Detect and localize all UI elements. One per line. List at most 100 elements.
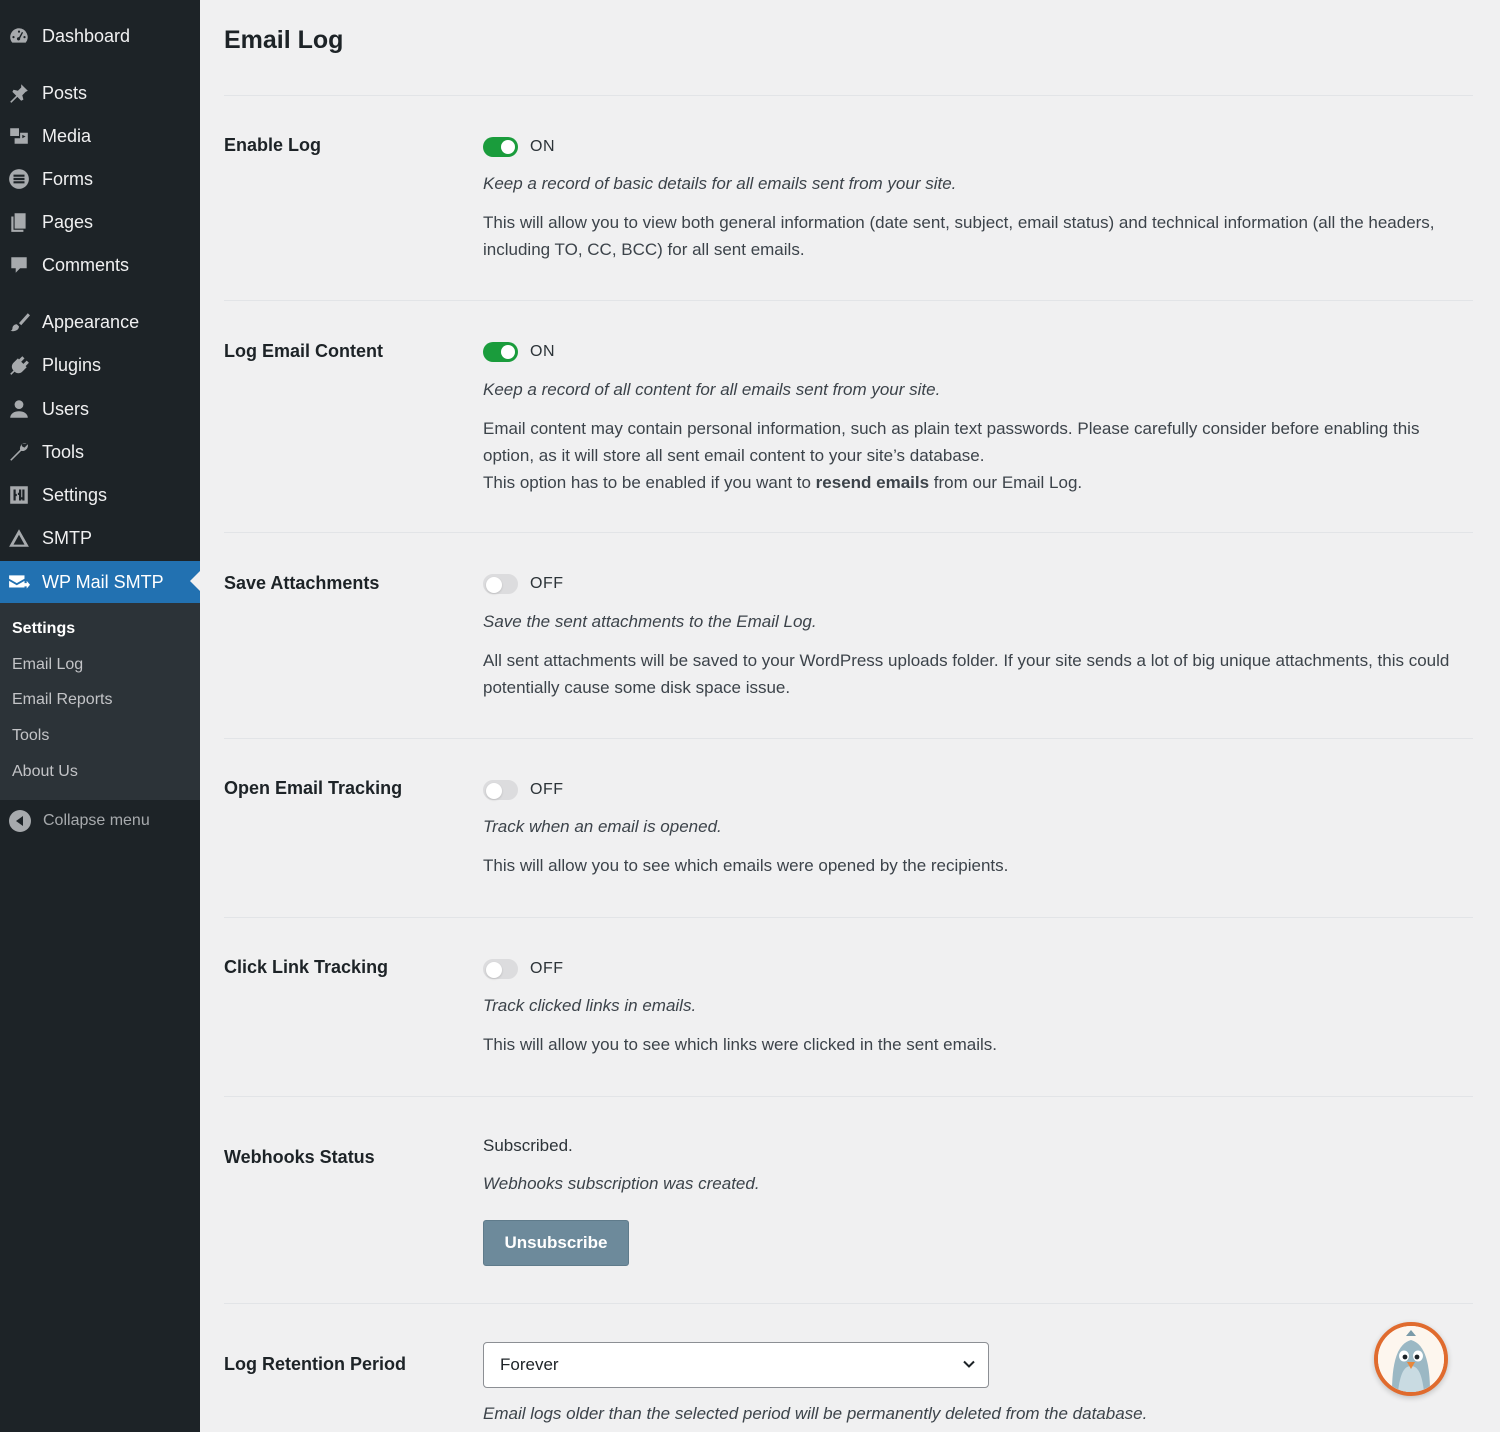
mail-smtp-icon — [8, 570, 38, 594]
menu-label: Plugins — [42, 354, 102, 375]
open-tracking-toggle[interactable] — [483, 780, 518, 800]
submenu-tools[interactable]: Tools — [12, 727, 49, 745]
enable-log-description: This will allow you to view both general… — [483, 213, 1435, 259]
divider — [224, 300, 1473, 301]
menu-item-users[interactable]: Users — [0, 389, 200, 429]
admin-sidebar: Dashboard Posts Media Forms Pages Commen… — [0, 0, 200, 1432]
menu-item-forms[interactable]: Forms — [0, 159, 200, 199]
menu-item-media[interactable]: Media — [0, 116, 200, 156]
save-attachments-description: All sent attachments will be saved to yo… — [483, 651, 1450, 697]
menu-label: SMTP — [42, 527, 93, 548]
menu-label: Forms — [42, 168, 93, 189]
click-tracking-toggle-group: OFF — [483, 959, 564, 979]
click-tracking-toggle[interactable] — [483, 959, 518, 979]
save-attachments-state: OFF — [530, 575, 564, 592]
user-icon — [8, 397, 38, 421]
log-content-hint: Keep a record of all content for all ema… — [483, 380, 941, 399]
menu-label: Dashboard — [42, 25, 131, 46]
retention-hint: Email logs older than the selected perio… — [483, 1404, 1148, 1423]
save-attachments-toggle[interactable] — [483, 574, 518, 594]
open-tracking-state: OFF — [530, 781, 564, 798]
open-tracking-description: This will allow you to see which emails … — [483, 856, 1009, 875]
enable-log-state: ON — [530, 138, 555, 155]
log-content-toggle[interactable] — [483, 342, 518, 362]
log-content-warning: Email content may contain personal infor… — [483, 419, 1420, 465]
log-content-label: Log Email Content — [224, 341, 383, 361]
page-title: Email Log — [224, 26, 344, 54]
pin-icon — [8, 81, 38, 105]
webhooks-status-text: Subscribed. — [483, 1136, 573, 1155]
menu-label: Pages — [42, 211, 94, 232]
open-tracking-hint: Track when an email is opened. — [483, 817, 722, 836]
menu-item-settings[interactable]: Settings — [0, 475, 200, 515]
click-tracking-hint: Track clicked links in emails. — [483, 996, 697, 1015]
divider — [224, 95, 1473, 96]
divider — [224, 738, 1473, 739]
collapse-menu-button[interactable]: Collapse menu — [0, 803, 150, 839]
menu-label: WP Mail SMTP — [42, 571, 164, 592]
menu-label: Appearance — [42, 311, 140, 332]
divider — [224, 532, 1473, 533]
help-mascot-button[interactable] — [1374, 1322, 1448, 1396]
menu-label: Comments — [42, 254, 130, 275]
submenu-settings[interactable]: Settings — [12, 620, 75, 638]
menu-label: Posts — [42, 82, 88, 103]
click-tracking-state: OFF — [530, 960, 564, 977]
click-tracking-label: Click Link Tracking — [224, 957, 389, 977]
submenu-email-log[interactable]: Email Log — [12, 656, 83, 674]
pages-icon — [8, 210, 38, 234]
wrench-icon — [8, 440, 38, 464]
chevron-down-icon — [963, 1360, 975, 1368]
enable-log-label: Enable Log — [224, 135, 322, 155]
save-attachments-hint: Save the sent attachments to the Email L… — [483, 612, 817, 631]
media-icon — [8, 124, 38, 148]
brush-icon — [8, 310, 38, 334]
resend-emails-emphasis: resend emails — [815, 473, 930, 492]
menu-item-posts[interactable]: Posts — [0, 73, 200, 113]
collapse-icon — [9, 810, 31, 832]
enable-log-toggle[interactable] — [483, 137, 518, 157]
retention-label: Log Retention Period — [224, 1354, 406, 1374]
webhooks-hint: Webhooks subscription was created. — [483, 1174, 760, 1193]
menu-label: Settings — [42, 484, 108, 505]
plugin-icon — [8, 353, 38, 377]
log-content-resend-note: This option has to be enabled if you wan… — [483, 473, 1083, 492]
open-tracking-toggle-group: OFF — [483, 780, 564, 800]
open-tracking-label: Open Email Tracking — [224, 778, 403, 798]
save-attachments-toggle-group: OFF — [483, 574, 564, 594]
comment-icon — [8, 253, 38, 277]
menu-item-comments[interactable]: Comments — [0, 245, 200, 285]
divider — [224, 917, 1473, 918]
retention-select[interactable]: Forever — [483, 1342, 989, 1388]
menu-item-appearance[interactable]: Appearance — [0, 302, 200, 342]
submenu-email-reports[interactable]: Email Reports — [12, 691, 112, 709]
menu-item-dashboard[interactable]: Dashboard — [0, 16, 200, 56]
save-attachments-label: Save Attachments — [224, 573, 380, 593]
menu-item-smtp[interactable]: SMTP — [0, 518, 200, 558]
menu-item-wp-mail-smtp[interactable]: WP Mail SMTP — [0, 561, 200, 603]
sliders-icon — [8, 483, 38, 507]
enable-log-toggle-group: ON — [483, 137, 555, 157]
submenu-about-us[interactable]: About Us — [12, 763, 78, 781]
current-indicator — [190, 571, 200, 591]
menu-item-pages[interactable]: Pages — [0, 202, 200, 242]
log-content-state: ON — [530, 343, 555, 360]
unsubscribe-button[interactable]: Unsubscribe — [483, 1220, 629, 1266]
divider — [224, 1096, 1473, 1097]
menu-item-tools[interactable]: Tools — [0, 432, 200, 472]
enable-log-hint: Keep a record of basic details for all e… — [483, 174, 957, 193]
pigeon-mascot-icon — [1378, 1326, 1444, 1392]
submenu: Settings Email Log Email Reports Tools A… — [0, 603, 200, 800]
menu-label: Tools — [42, 441, 85, 462]
menu-label: Media — [42, 125, 92, 146]
divider — [224, 1303, 1473, 1304]
menu-item-plugins[interactable]: Plugins — [0, 345, 200, 385]
collapse-label: Collapse menu — [43, 812, 150, 829]
log-content-toggle-group: ON — [483, 342, 555, 362]
dashboard-icon — [8, 24, 38, 48]
smtp-icon — [8, 526, 38, 550]
forms-icon — [8, 167, 38, 191]
retention-selected-value: Forever — [500, 1355, 559, 1374]
menu-label: Users — [42, 398, 90, 419]
webhooks-label: Webhooks Status — [224, 1147, 375, 1167]
